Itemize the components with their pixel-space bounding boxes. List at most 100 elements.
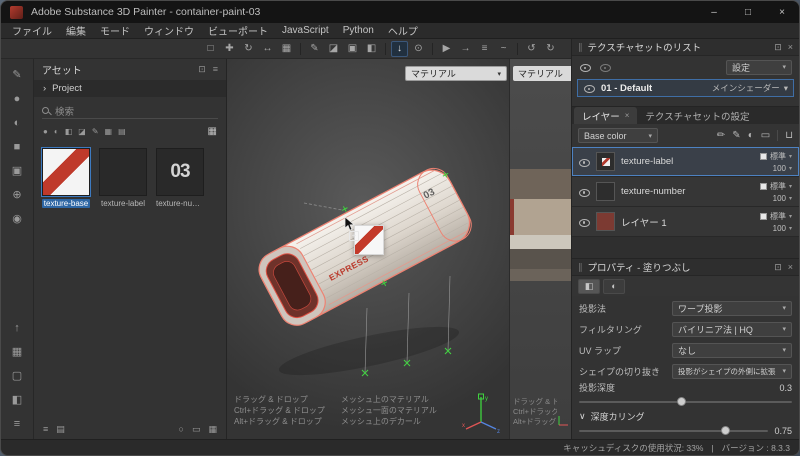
panel-drag-handle-icon[interactable]: ∥ [578,262,583,273]
project-tree-item[interactable]: › Project [34,80,226,97]
depth-culling-value[interactable]: 0.75 [774,426,792,436]
decal-icon[interactable]: ▣ [12,165,22,178]
shelf-material-dropdown-2d[interactable]: マテリアル [513,66,571,81]
menu-item-help[interactable]: ヘルプ [381,23,425,38]
smart-materials-filter-icon[interactable]: ◧ [65,127,73,136]
depth-culling-slider[interactable] [579,425,769,435]
smart-masks-filter-icon[interactable]: ◪ [78,127,86,136]
layer-row-texture-label[interactable]: texture-label 標準 ▾ 100 ▾ [572,147,799,177]
blend-mode-dropdown[interactable]: 標準 [770,151,786,162]
close-button[interactable]: × [765,1,799,23]
layer-row-layer1[interactable]: レイヤー 1 標準 ▾ 100 ▾ [572,207,799,237]
asset-texture-base[interactable]: texture-base [41,147,91,208]
add-folder-icon[interactable]: ▭ [761,130,770,141]
layer-opacity-value[interactable]: 100 [773,224,786,233]
menu-item-file[interactable]: ファイル [5,23,59,38]
material-icon[interactable]: ◐ [14,117,21,130]
menu-item-python[interactable]: Python [336,25,381,36]
projection-dropdown[interactable]: ワープ投影 ▾ [672,300,792,316]
panel-close-icon[interactable]: × [788,42,793,53]
viewport-3d[interactable]: マテリアル ▾ EXPRESS 03 + ドラッグ & ドロップ メッシュ上のマ… [227,59,509,439]
align-tool[interactable]: → [457,41,474,57]
resources-icon[interactable]: ▦ [12,346,22,359]
textures-filter-icon[interactable]: ▤ [118,127,126,136]
settings-dropdown[interactable]: 設定 ▾ [726,59,792,75]
filtering-dropdown[interactable]: バイリニア法 | HQ ▾ [672,321,792,337]
material-picker-tool[interactable]: ⊙ [410,41,427,57]
expand-arrow-icon[interactable]: › [43,83,46,94]
solo-eye-icon[interactable] [599,61,611,73]
alphas-filter-icon[interactable]: ▦ [105,127,113,136]
smudge-tool[interactable]: ~ [495,41,512,57]
container-3d-model[interactable]: EXPRESS 03 [249,143,479,405]
eraser-tool[interactable]: ◪ [325,41,342,57]
add-fill-layer-icon[interactable]: ✎ [732,130,740,141]
layer-row-texture-number[interactable]: texture-number 標準 ▾ 100 ▾ [572,177,799,207]
user-icon[interactable]: ◉ [12,213,22,226]
texture-label-thumbnail[interactable] [99,148,147,196]
texture-set-row-default[interactable]: 01 - Default メインシェーダー ▾ [577,79,794,97]
redo-tool[interactable]: ↻ [542,41,559,57]
menu-item-javascript[interactable]: JavaScript [275,25,336,36]
projection-depth-value[interactable]: 0.3 [779,383,792,393]
thumbnail-size-icon[interactable]: ▦ [208,424,217,435]
visibility-eye-icon[interactable] [579,61,591,73]
particles-icon[interactable]: ⊕ [12,189,21,202]
projection-depth-slider[interactable] [579,396,792,406]
menu-item-mode[interactable]: モード [93,23,137,38]
asset-texture-number[interactable]: 03 texture-number [156,148,204,208]
paint-tool[interactable]: ✎ [306,41,323,57]
menu-item-edit[interactable]: 編集 [59,23,93,38]
menu-item-window[interactable]: ウィンドウ [137,23,201,38]
symmetry-tool[interactable]: ≡ [476,41,493,57]
tab-close-icon[interactable]: × [625,111,630,120]
details-view-icon[interactable]: ▤ [56,424,65,435]
blend-mode-dropdown[interactable]: 標準 [770,181,786,192]
panel-close-icon[interactable]: × [788,262,793,273]
layer-opacity-value[interactable]: 100 [773,164,786,173]
layer-visibility-eye-icon[interactable] [578,156,590,168]
panel-float-icon[interactable]: ⊡ [774,42,782,53]
asset-search-input[interactable]: 検索 [42,103,218,119]
panel-menu-icon[interactable]: ≡ [213,64,218,75]
scale-tool[interactable]: ↔ [259,41,276,57]
uv-view-tool[interactable]: ▦ [278,41,295,57]
history-icon[interactable]: ≡ [14,418,20,431]
add-effect-icon[interactable]: ◐ [748,130,754,141]
layer-opacity-value[interactable]: 100 [773,194,786,203]
panel-float-icon[interactable]: ⊡ [774,262,782,273]
add-paint-layer-icon[interactable]: ✏ [717,130,725,141]
paint-brush-icon[interactable]: ✎ [12,69,21,82]
slider-thumb[interactable] [676,396,686,406]
rotate-tool[interactable]: ↻ [240,41,257,57]
uv-wrap-dropdown[interactable]: なし ▾ [672,342,792,358]
material-mode-tab[interactable]: ◐ [603,278,625,294]
materials-filter-icon[interactable]: ◐ [54,127,59,136]
brushes-filter-icon[interactable]: ✎ [92,127,99,136]
fill-mode-tab[interactable]: ◧ [578,278,600,294]
asset-texture-label[interactable]: texture-label [99,148,147,208]
move-tool[interactable]: ✚ [221,41,238,57]
delete-layer-icon[interactable]: ⊔ [785,130,793,141]
list-view-icon[interactable]: ≡ [43,424,48,434]
tab-texture-set-settings[interactable]: テクスチャセットの設定 [637,107,757,124]
texture-base-thumbnail[interactable] [41,147,91,197]
texture-number-thumbnail[interactable]: 03 [156,148,204,196]
shader-settings-icon[interactable]: ◧ [12,394,22,407]
export-icon[interactable]: ↑ [14,322,20,335]
depth-culling-section[interactable]: ∨ 深度カリング [572,408,799,424]
new-folder-icon[interactable]: ▭ [192,424,201,435]
projection-tool[interactable]: ▣ [344,41,361,57]
tab-layers[interactable]: レイヤー × [574,107,638,124]
viewport-2d[interactable]: マテリアル ドラッグ & ドロップ メッシュ上のマテリアル Ctrl+ドラッグ … [509,59,571,439]
maximize-button[interactable]: □ [731,1,765,23]
undo-tool[interactable]: ↺ [523,41,540,57]
shader-dropdown[interactable]: メインシェーダー ▾ [712,82,788,94]
sphere-icon[interactable]: ● [14,93,21,106]
play-tool[interactable]: ▶ [438,41,455,57]
polygon-fill-tool[interactable]: ◧ [363,41,380,57]
shape-crop-dropdown[interactable]: 投影がシェイプの外側に拡張 ▾ [672,363,792,379]
sphere-preview-icon[interactable]: ○ [179,424,184,435]
visibility-eye-icon[interactable] [583,82,595,94]
cube-icon[interactable]: ■ [14,141,21,154]
